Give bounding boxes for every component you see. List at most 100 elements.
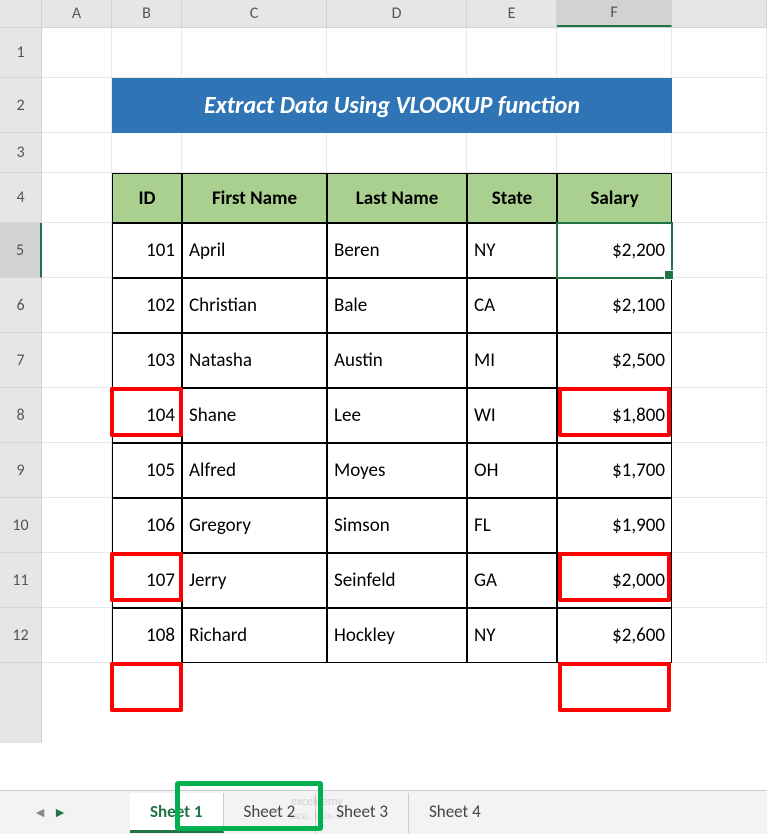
row-header-blank[interactable] (0, 663, 42, 743)
cell-D7[interactable]: Austin (327, 333, 467, 388)
row-header-6[interactable]: 6 (0, 278, 42, 333)
cell-B12[interactable]: 108 (112, 608, 182, 663)
cell-D5[interactable]: Beren (327, 223, 467, 278)
tab-nav-prev-icon[interactable]: ◄ (30, 801, 50, 825)
cell-G7[interactable] (672, 333, 767, 388)
cell-F6[interactable]: $2,100 (557, 278, 672, 333)
tab-nav-next-icon[interactable]: ► (50, 801, 70, 825)
cell-G10[interactable] (672, 498, 767, 553)
cell-B10[interactable]: 106 (112, 498, 182, 553)
col-header-D[interactable]: D (327, 0, 467, 27)
cell-B1[interactable] (112, 28, 182, 78)
cell-D6[interactable]: Bale (327, 278, 467, 333)
cell-B3[interactable] (112, 133, 182, 173)
tab-sheet3[interactable]: Sheet 3 (316, 793, 409, 833)
cell-A3[interactable] (42, 133, 112, 173)
cell-B9[interactable]: 105 (112, 443, 182, 498)
row-header-9[interactable]: 9 (0, 443, 42, 498)
row-header-1[interactable]: 1 (0, 28, 42, 78)
cell-E10[interactable]: FL (467, 498, 557, 553)
cell-D1[interactable] (327, 28, 467, 78)
cell-F7[interactable]: $2,500 (557, 333, 672, 388)
cell-A10[interactable] (42, 498, 112, 553)
row-header-11[interactable]: 11 (0, 553, 42, 608)
cell-D12[interactable]: Hockley (327, 608, 467, 663)
cell-D10[interactable]: Simson (327, 498, 467, 553)
cell-E9[interactable]: OH (467, 443, 557, 498)
title-banner[interactable]: Extract Data Using VLOOKUP function (112, 78, 672, 133)
cell-C1[interactable] (182, 28, 327, 78)
cell-C12[interactable]: Richard (182, 608, 327, 663)
header-salary[interactable]: Salary (557, 173, 672, 223)
tab-sheet4[interactable]: Sheet 4 (409, 793, 501, 833)
row-header-2[interactable]: 2 (0, 78, 42, 133)
cell-E7[interactable]: MI (467, 333, 557, 388)
cell-G5[interactable] (672, 223, 767, 278)
select-all-corner[interactable] (0, 0, 42, 27)
cell-C8[interactable]: Shane (182, 388, 327, 443)
cell-G3[interactable] (672, 133, 767, 173)
cell-blank[interactable] (42, 663, 112, 743)
cell-blank2[interactable] (112, 663, 672, 743)
cell-A1[interactable] (42, 28, 112, 78)
cell-G4[interactable] (672, 173, 767, 223)
cell-C3[interactable] (182, 133, 327, 173)
cell-A2[interactable] (42, 78, 112, 133)
cell-B5[interactable]: 101 (112, 223, 182, 278)
tab-sheet2[interactable]: Sheet 2 (224, 793, 317, 833)
cell-A12[interactable] (42, 608, 112, 663)
row-header-3[interactable]: 3 (0, 133, 42, 173)
cell-B6[interactable]: 102 (112, 278, 182, 333)
cell-B8[interactable]: 104 (112, 388, 182, 443)
cell-C9[interactable]: Alfred (182, 443, 327, 498)
row-header-4[interactable]: 4 (0, 173, 42, 223)
cell-C7[interactable]: Natasha (182, 333, 327, 388)
col-header-A[interactable]: A (42, 0, 112, 27)
cell-C11[interactable]: Jerry (182, 553, 327, 608)
cell-F10[interactable]: $1,900 (557, 498, 672, 553)
header-state[interactable]: State (467, 173, 557, 223)
cell-A11[interactable] (42, 553, 112, 608)
cell-G12[interactable] (672, 608, 767, 663)
col-header-blank[interactable] (672, 0, 767, 27)
cell-G9[interactable] (672, 443, 767, 498)
col-header-E[interactable]: E (467, 0, 557, 27)
cell-A9[interactable] (42, 443, 112, 498)
cell-F3[interactable] (557, 133, 672, 173)
cell-F11[interactable]: $2,000 (557, 553, 672, 608)
cell-A8[interactable] (42, 388, 112, 443)
cell-D11[interactable]: Seinfeld (327, 553, 467, 608)
tab-sheet1[interactable]: Sheet 1 (130, 793, 224, 833)
cell-F8[interactable]: $1,800 (557, 388, 672, 443)
cell-C5[interactable]: April (182, 223, 327, 278)
cell-C6[interactable]: Christian (182, 278, 327, 333)
cell-G2[interactable] (672, 78, 767, 133)
cell-G6[interactable] (672, 278, 767, 333)
cell-A4[interactable] (42, 173, 112, 223)
cell-E12[interactable]: NY (467, 608, 557, 663)
cell-D8[interactable]: Lee (327, 388, 467, 443)
row-header-7[interactable]: 7 (0, 333, 42, 388)
cell-F9[interactable]: $1,700 (557, 443, 672, 498)
header-first[interactable]: First Name (182, 173, 327, 223)
row-header-12[interactable]: 12 (0, 608, 42, 663)
cell-E8[interactable]: WI (467, 388, 557, 443)
cell-F12[interactable]: $2,600 (557, 608, 672, 663)
cell-D3[interactable] (327, 133, 467, 173)
cell-G11[interactable] (672, 553, 767, 608)
header-last[interactable]: Last Name (327, 173, 467, 223)
cell-F1[interactable] (557, 28, 672, 78)
cell-F5[interactable]: $2,200 (557, 223, 672, 278)
cell-E5[interactable]: NY (467, 223, 557, 278)
cell-D9[interactable]: Moyes (327, 443, 467, 498)
row-header-5[interactable]: 5 (0, 223, 42, 278)
col-header-B[interactable]: B (112, 0, 182, 27)
header-id[interactable]: ID (112, 173, 182, 223)
cell-B7[interactable]: 103 (112, 333, 182, 388)
cell-C10[interactable]: Gregory (182, 498, 327, 553)
cell-A6[interactable] (42, 278, 112, 333)
row-header-10[interactable]: 10 (0, 498, 42, 553)
cell-G8[interactable] (672, 388, 767, 443)
cell-E1[interactable] (467, 28, 557, 78)
col-header-C[interactable]: C (182, 0, 327, 27)
